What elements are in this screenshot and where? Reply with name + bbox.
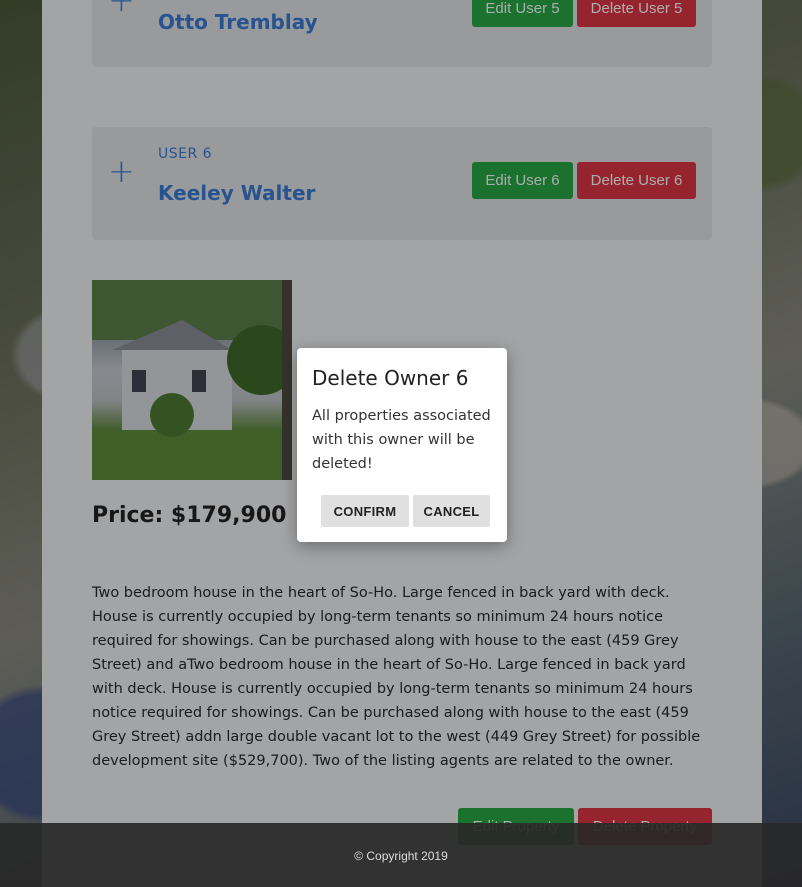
dialog-message: All properties associated with this owne… [312, 408, 491, 472]
dialog-title: Delete Owner 6 [312, 366, 469, 390]
footer: © Copyright 2019 [0, 823, 802, 887]
cancel-button[interactable]: CANCEL [413, 495, 490, 527]
delete-owner-dialog: Delete Owner 6 All properties associated… [297, 348, 507, 542]
confirm-button[interactable]: CONFIRM [321, 495, 409, 527]
copyright-text: © Copyright 2019 [354, 849, 448, 863]
